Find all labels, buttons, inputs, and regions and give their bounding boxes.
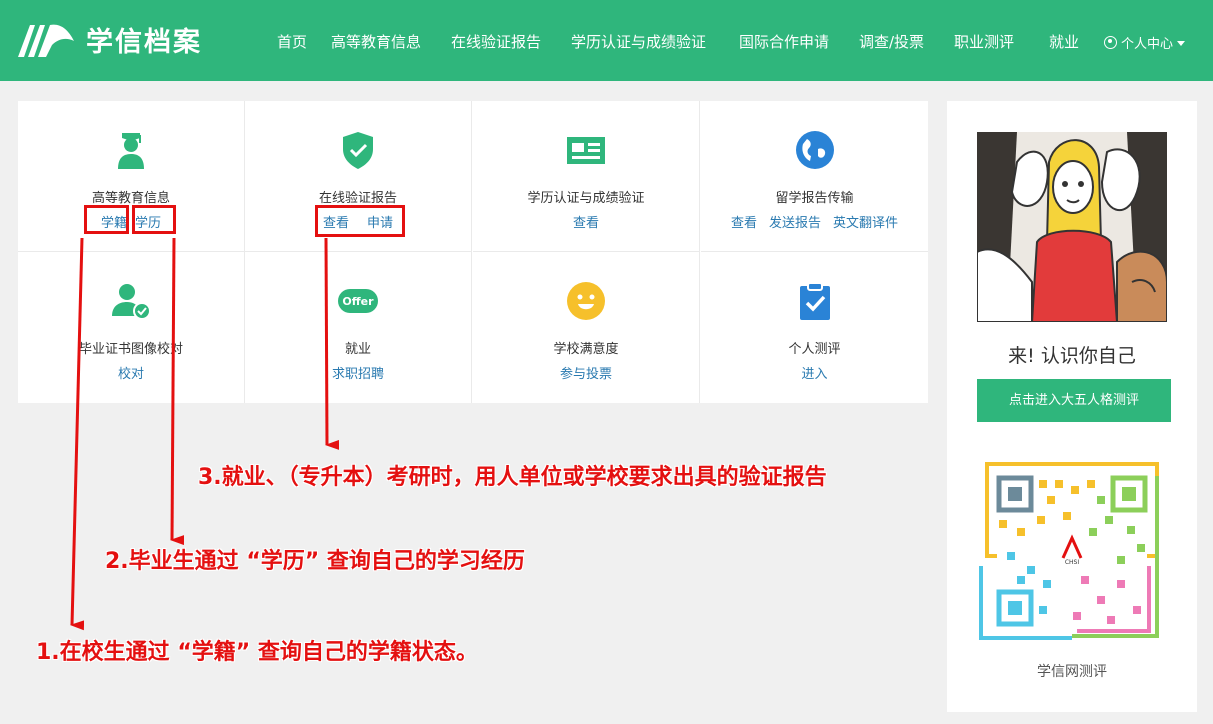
view-link[interactable]: 查看 xyxy=(573,216,599,231)
user-icon xyxy=(1104,36,1117,49)
service-degree-certification: 学历认证与成绩验证 查看 xyxy=(473,101,700,252)
qr-caption: 学信网测评 xyxy=(1037,664,1107,680)
service-links: 查看 xyxy=(473,212,699,231)
service-school-satisfaction: 学校满意度 参与投票 xyxy=(473,252,700,403)
service-links: 查看 发送报告 英文翻译件 xyxy=(701,212,928,231)
service-grid: 高等教育信息 学籍 学历 在线验证报告 查看 申请 学历认证与成绩验证 查看 留… xyxy=(18,101,928,403)
graduate-icon xyxy=(118,133,144,169)
user-center-menu[interactable]: 个人中心 xyxy=(1104,33,1186,52)
user-check-icon xyxy=(112,284,151,320)
service-title: 毕业证书图像校对 xyxy=(78,342,183,357)
nav-employment[interactable]: 就业 xyxy=(1049,31,1079,52)
enter-link[interactable]: 进入 xyxy=(801,367,827,382)
nav-survey-vote[interactable]: 调查/投票 xyxy=(859,31,924,52)
service-links: 学籍 学历 xyxy=(18,212,244,231)
nav-career-assessment[interactable]: 职业测评 xyxy=(954,31,1014,52)
service-title: 学历认证与成绩验证 xyxy=(527,191,645,206)
service-links: 进入 xyxy=(701,363,928,382)
highlight-view-apply xyxy=(315,205,405,237)
main-nav: 首页 高等教育信息 在线验证报告 学历认证与成绩验证 国际合作申请 调查/投票 … xyxy=(0,31,1213,53)
service-title: 个人测评 xyxy=(788,342,841,357)
clipboard-check-icon xyxy=(799,282,830,320)
right-panel: 来! 认识你自己 点击进入大五人格测评 CHSI 学信网测评 xyxy=(947,101,1197,712)
service-title: 学校满意度 xyxy=(553,342,619,357)
service-title: 就业 xyxy=(344,342,371,357)
highlight-student-status xyxy=(84,205,129,234)
send-report-link[interactable]: 发送报告 xyxy=(769,216,821,231)
big-five-test-button[interactable]: 点击进入大五人格测评 xyxy=(977,379,1171,422)
highlight-degree xyxy=(132,205,176,234)
nav-international-cooperation[interactable]: 国际合作申请 xyxy=(739,31,829,52)
top-header: 学信档案 首页 高等教育信息 在线验证报告 学历认证与成绩验证 国际合作申请 调… xyxy=(0,0,1213,81)
id-card-icon xyxy=(567,137,605,164)
service-links: 求职招聘 xyxy=(245,363,471,382)
service-diploma-image-check: 毕业证书图像校对 校对 xyxy=(18,252,245,403)
check-link[interactable]: 校对 xyxy=(118,367,144,382)
chevron-down-icon xyxy=(1177,41,1186,46)
annotation-verification-report: 3.就业、（专升本）考研时，用人单位或学校要求出具的验证报告 xyxy=(198,465,827,490)
annotation-student-status: 1.在校生通过 “学籍” 查询自己的学籍状态。 xyxy=(36,640,478,665)
service-title: 留学报告传输 xyxy=(775,191,854,206)
offer-icon-text: Offer xyxy=(342,295,374,308)
service-title: 高等教育信息 xyxy=(91,191,170,206)
qr-code: CHSI xyxy=(977,456,1167,646)
annotation-degree: 2.毕业生通过 “学历” 查询自己的学习经历 xyxy=(105,549,525,574)
qr-brand: CHSI xyxy=(1065,559,1080,566)
smiley-icon xyxy=(567,282,605,320)
nav-home[interactable]: 首页 xyxy=(277,31,307,52)
offer-icon: Offer xyxy=(338,289,378,313)
side-slogan: 来! 认识你自己 xyxy=(1008,345,1136,367)
nav-verification-report[interactable]: 在线验证报告 xyxy=(451,31,541,52)
service-links: 校对 xyxy=(18,363,244,382)
english-translation-link[interactable]: 英文翻译件 xyxy=(833,216,898,231)
service-links: 参与投票 xyxy=(473,363,699,382)
service-employment: Offer 就业 求职招聘 xyxy=(245,252,472,403)
job-recruitment-link[interactable]: 求职招聘 xyxy=(332,367,384,382)
user-center-label: 个人中心 xyxy=(1121,37,1174,52)
service-study-abroad-report: 留学报告传输 查看 发送报告 英文翻译件 xyxy=(701,101,928,252)
service-personal-assessment: 个人测评 进入 xyxy=(701,252,928,403)
globe-icon xyxy=(795,131,834,169)
shield-check-icon xyxy=(343,132,373,169)
vote-link[interactable]: 参与投票 xyxy=(560,367,612,382)
service-title: 在线验证报告 xyxy=(318,191,397,206)
nav-higher-education[interactable]: 高等教育信息 xyxy=(331,31,421,52)
view-link[interactable]: 查看 xyxy=(731,216,757,231)
personality-test-illustration[interactable] xyxy=(977,132,1167,322)
nav-degree-certification[interactable]: 学历认证与成绩验证 xyxy=(571,31,706,52)
